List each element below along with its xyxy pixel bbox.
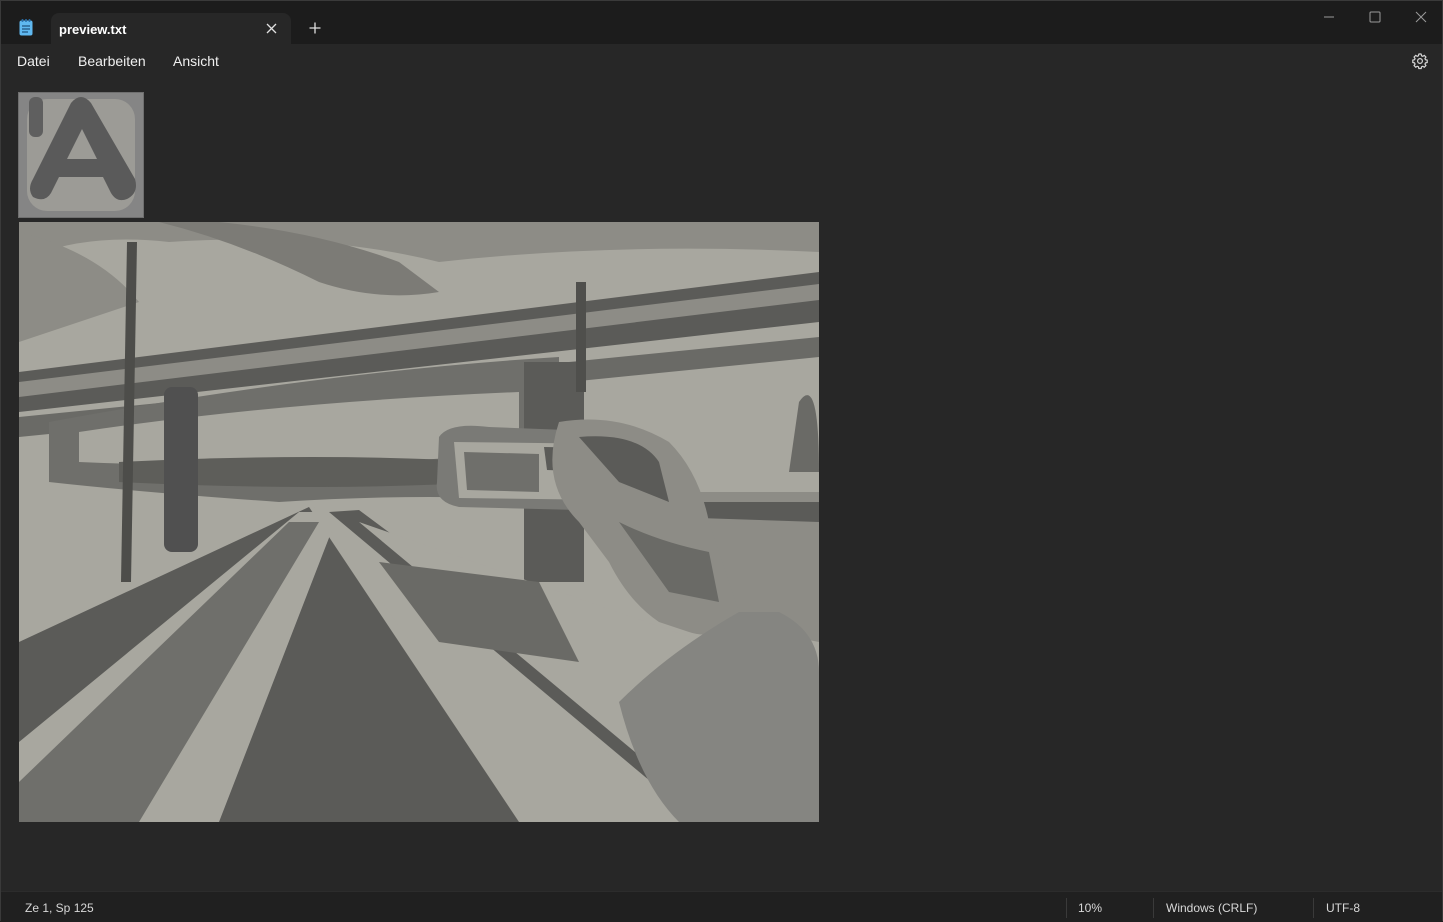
status-bar: Ze 1, Sp 125 10% Windows (CRLF) UTF-8: [1, 891, 1442, 922]
status-divider: [1313, 898, 1314, 918]
cursor-position: Ze 1, Sp 125: [25, 901, 94, 915]
letter-thumbnail-image: [18, 92, 144, 218]
line-ending[interactable]: Windows (CRLF): [1166, 901, 1257, 915]
status-divider: [1153, 898, 1154, 918]
menu-datei[interactable]: Datei: [17, 53, 50, 69]
title-bar[interactable]: preview.txt: [1, 1, 1442, 44]
editor-area[interactable]: [1, 76, 1442, 891]
gear-icon[interactable]: [1411, 52, 1429, 70]
menu-bar: Datei Bearbeiten Ansicht: [1, 44, 1442, 76]
zoom-level[interactable]: 10%: [1078, 901, 1102, 915]
tab-title: preview.txt: [59, 22, 127, 37]
notepad-window: preview.txt Datei Bearbeiten Ansicht Ze …: [0, 0, 1443, 922]
menu-ansicht[interactable]: Ansicht: [173, 53, 219, 69]
notepad-app-icon: [19, 19, 33, 36]
status-divider: [1066, 898, 1067, 918]
tab-preview-txt[interactable]: preview.txt: [51, 13, 291, 44]
maximize-icon[interactable]: [1365, 7, 1385, 27]
encoding[interactable]: UTF-8: [1326, 901, 1360, 915]
plus-icon[interactable]: [305, 18, 325, 38]
window-close-icon[interactable]: [1411, 7, 1431, 27]
close-icon[interactable]: [261, 18, 281, 38]
minimize-icon[interactable]: [1319, 7, 1339, 27]
menu-bearbeiten[interactable]: Bearbeiten: [78, 53, 146, 69]
posterized-photo-image: [19, 222, 819, 822]
